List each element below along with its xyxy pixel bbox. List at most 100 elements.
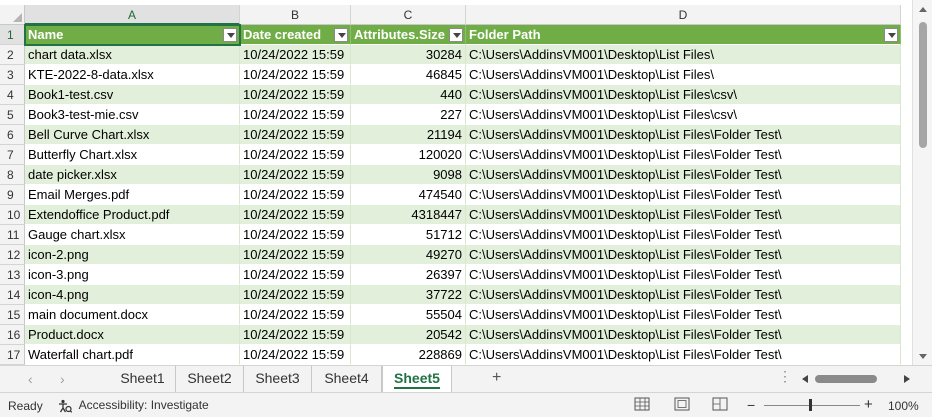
- name-cell[interactable]: Product.docx: [25, 325, 240, 345]
- size-cell[interactable]: 51712: [351, 225, 466, 245]
- path-cell[interactable]: C:\Users\AddinsVM001\Desktop\List Files\…: [466, 285, 901, 305]
- column-header-a[interactable]: A: [25, 5, 240, 25]
- zoom-out-icon[interactable]: −: [747, 397, 755, 413]
- row-header[interactable]: 11: [0, 225, 25, 245]
- size-cell[interactable]: 37722: [351, 285, 466, 305]
- row-header[interactable]: 15: [0, 305, 25, 325]
- date-cell[interactable]: 10/24/2022 15:59: [240, 45, 351, 65]
- name-cell[interactable]: Butterfly Chart.xlsx: [25, 145, 240, 165]
- name-cell[interactable]: Book3-test-mie.csv: [25, 105, 240, 125]
- page-layout-view-icon[interactable]: [674, 397, 690, 411]
- date-cell[interactable]: 10/24/2022 15:59: [240, 185, 351, 205]
- date-cell[interactable]: 10/24/2022 15:59: [240, 105, 351, 125]
- size-cell[interactable]: 55504: [351, 305, 466, 325]
- date-cell[interactable]: 10/24/2022 15:59: [240, 85, 351, 105]
- scroll-right-icon[interactable]: [904, 375, 910, 383]
- path-cell[interactable]: C:\Users\AddinsVM001\Desktop\List Files\…: [466, 205, 901, 225]
- row-header[interactable]: 2: [0, 45, 25, 65]
- row-header[interactable]: 1: [0, 25, 25, 45]
- date-cell[interactable]: 10/24/2022 15:59: [240, 65, 351, 85]
- row-header[interactable]: 8: [0, 165, 25, 185]
- path-cell[interactable]: C:\Users\AddinsVM001\Desktop\List Files\…: [466, 265, 901, 285]
- path-cell[interactable]: C:\Users\AddinsVM001\Desktop\List Files\…: [466, 245, 901, 265]
- header-cell-name[interactable]: Name: [25, 25, 240, 45]
- name-cell[interactable]: Email Merges.pdf: [25, 185, 240, 205]
- date-cell[interactable]: 10/24/2022 15:59: [240, 345, 351, 365]
- size-cell[interactable]: 20542: [351, 325, 466, 345]
- path-cell[interactable]: C:\Users\AddinsVM001\Desktop\List Files\: [466, 45, 901, 65]
- sheet-tab-3[interactable]: Sheet3: [244, 366, 312, 392]
- sheet-tab-5[interactable]: Sheet5: [382, 366, 452, 392]
- path-cell[interactable]: C:\Users\AddinsVM001\Desktop\List Files\…: [466, 345, 901, 365]
- path-cell[interactable]: C:\Users\AddinsVM001\Desktop\List Files\…: [466, 185, 901, 205]
- size-cell[interactable]: 21194: [351, 125, 466, 145]
- name-cell[interactable]: Extendoffice Product.pdf: [25, 205, 240, 225]
- normal-view-icon[interactable]: [634, 397, 650, 411]
- size-cell[interactable]: 30284: [351, 45, 466, 65]
- size-cell[interactable]: 228869: [351, 345, 466, 365]
- size-cell[interactable]: 227: [351, 105, 466, 125]
- header-cell-date[interactable]: Date created: [240, 25, 351, 45]
- horizontal-scrollbar[interactable]: [800, 372, 912, 386]
- filter-dropdown-icon[interactable]: [334, 28, 348, 42]
- path-cell[interactable]: C:\Users\AddinsVM001\Desktop\List Files\…: [466, 325, 901, 345]
- scroll-thumb[interactable]: [919, 22, 927, 148]
- filter-dropdown-icon[interactable]: [884, 28, 898, 42]
- zoom-slider-track[interactable]: [764, 405, 860, 406]
- row-header[interactable]: 16: [0, 325, 25, 345]
- name-cell[interactable]: icon-3.png: [25, 265, 240, 285]
- row-header[interactable]: 6: [0, 125, 25, 145]
- date-cell[interactable]: 10/24/2022 15:59: [240, 265, 351, 285]
- date-cell[interactable]: 10/24/2022 15:59: [240, 285, 351, 305]
- row-header[interactable]: 9: [0, 185, 25, 205]
- row-header[interactable]: 3: [0, 65, 25, 85]
- zoom-slider-thumb[interactable]: [809, 399, 812, 411]
- horizontal-scroll-thumb[interactable]: [815, 375, 877, 383]
- path-cell[interactable]: C:\Users\AddinsVM001\Desktop\List Files\…: [466, 105, 901, 125]
- date-cell[interactable]: 10/24/2022 15:59: [240, 325, 351, 345]
- more-options-icon[interactable]: ⋮: [778, 368, 792, 385]
- date-cell[interactable]: 10/24/2022 15:59: [240, 205, 351, 225]
- filter-dropdown-icon[interactable]: [223, 28, 237, 42]
- row-header[interactable]: 13: [0, 265, 25, 285]
- size-cell[interactable]: 46845: [351, 65, 466, 85]
- name-cell[interactable]: chart data.xlsx: [25, 45, 240, 65]
- filter-dropdown-icon[interactable]: [449, 28, 463, 42]
- spreadsheet-grid[interactable]: A B C D 1 Name Date created Attributes.S…: [0, 5, 912, 365]
- header-cell-path[interactable]: Folder Path: [466, 25, 901, 45]
- date-cell[interactable]: 10/24/2022 15:59: [240, 245, 351, 265]
- path-cell[interactable]: C:\Users\AddinsVM001\Desktop\List Files\…: [466, 85, 901, 105]
- row-header[interactable]: 4: [0, 85, 25, 105]
- size-cell[interactable]: 440: [351, 85, 466, 105]
- date-cell[interactable]: 10/24/2022 15:59: [240, 125, 351, 145]
- column-header-c[interactable]: C: [351, 5, 466, 25]
- name-cell[interactable]: main document.docx: [25, 305, 240, 325]
- name-cell[interactable]: KTE-2022-8-data.xlsx: [25, 65, 240, 85]
- zoom-level[interactable]: 100%: [888, 399, 919, 413]
- size-cell[interactable]: 9098: [351, 165, 466, 185]
- vertical-scrollbar[interactable]: [912, 0, 932, 365]
- date-cell[interactable]: 10/24/2022 15:59: [240, 165, 351, 185]
- zoom-in-icon[interactable]: +: [864, 396, 873, 413]
- name-cell[interactable]: icon-2.png: [25, 245, 240, 265]
- size-cell[interactable]: 474540: [351, 185, 466, 205]
- path-cell[interactable]: C:\Users\AddinsVM001\Desktop\List Files\…: [466, 305, 901, 325]
- column-header-b[interactable]: B: [240, 5, 351, 25]
- select-all-corner[interactable]: [0, 5, 25, 25]
- row-header[interactable]: 14: [0, 285, 25, 305]
- header-cell-size[interactable]: Attributes.Size: [351, 25, 466, 45]
- name-cell[interactable]: date picker.xlsx: [25, 165, 240, 185]
- path-cell[interactable]: C:\Users\AddinsVM001\Desktop\List Files\…: [466, 145, 901, 165]
- name-cell[interactable]: Gauge chart.xlsx: [25, 225, 240, 245]
- path-cell[interactable]: C:\Users\AddinsVM001\Desktop\List Files\…: [466, 225, 901, 245]
- scroll-left-icon[interactable]: [802, 375, 808, 383]
- size-cell[interactable]: 4318447: [351, 205, 466, 225]
- scroll-up-icon[interactable]: [919, 7, 927, 12]
- date-cell[interactable]: 10/24/2022 15:59: [240, 145, 351, 165]
- name-cell[interactable]: icon-4.png: [25, 285, 240, 305]
- row-header[interactable]: 12: [0, 245, 25, 265]
- row-header[interactable]: 5: [0, 105, 25, 125]
- row-header[interactable]: 7: [0, 145, 25, 165]
- row-header[interactable]: 17: [0, 345, 25, 365]
- scroll-down-icon[interactable]: [919, 354, 927, 359]
